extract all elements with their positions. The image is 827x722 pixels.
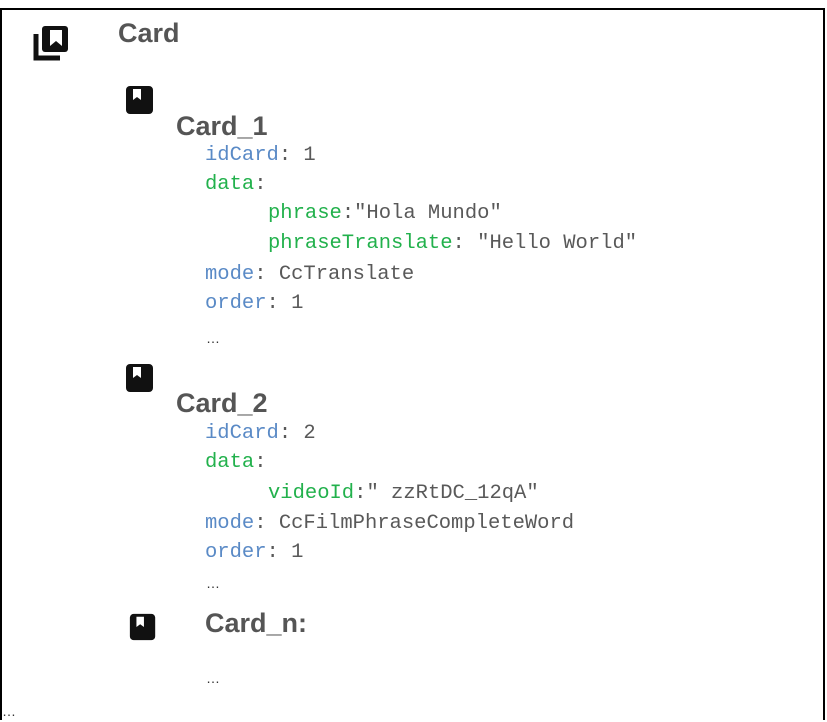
card-1-idcard-line: idCard: 1 [205, 144, 316, 167]
card-1-mode-line: mode: CcTranslate [205, 263, 415, 286]
field-key: mode [205, 263, 255, 286]
card-1-title: Card_1 [176, 111, 268, 141]
field-value: CcFilmPhraseCompleteWord [266, 512, 575, 535]
card-2-idcard-line: idCard: 2 [205, 422, 316, 445]
field-key: videoId [268, 482, 355, 505]
field-value: "Hola Mundo" [354, 202, 502, 225]
field-key: phraseTranslate [268, 232, 453, 255]
card-n-title: Card_n: [205, 608, 308, 638]
field-key: data [205, 173, 255, 196]
field-key: data [205, 451, 255, 474]
field-value: CcTranslate [266, 263, 415, 286]
field-key: idCard [205, 422, 279, 445]
field-key: order [205, 292, 267, 315]
bookmark-card-icon [126, 364, 153, 392]
bookmark-card-icon [129, 613, 156, 641]
field-value: " zzRtDC_12qA" [366, 482, 539, 505]
field-value: 1 [291, 144, 316, 167]
card-2-title: Card_2 [176, 388, 268, 418]
card-n-ellipsis: … [206, 670, 220, 686]
field-key: order [205, 541, 267, 564]
page-title: Card [118, 18, 180, 48]
field-key: mode [205, 512, 255, 535]
card-2-mode-line: mode: CcFilmPhraseCompleteWord [205, 512, 575, 535]
card-1-phrasetranslate-line: phraseTranslate: "Hello World" [268, 232, 638, 255]
field-value: 1 [278, 541, 304, 564]
field-value: 1 [278, 292, 304, 315]
field-key: idCard [205, 144, 279, 167]
card-1-ellipsis: … [206, 330, 220, 346]
card-2-data-line: data: [205, 451, 267, 474]
card-2-ellipsis: … [206, 575, 220, 591]
page-ellipsis: … [2, 703, 16, 719]
card-2-order-line: order: 1 [205, 541, 304, 564]
field-value: 2 [291, 422, 316, 445]
field-value: "Hello World" [464, 232, 638, 255]
card-1-data-line: data: [205, 173, 267, 196]
card-1-order-line: order: 1 [205, 292, 304, 315]
field-key: phrase [268, 202, 342, 225]
stacked-cards-icon [33, 26, 68, 61]
card-1-phrase-line: phrase:"Hola Mundo" [268, 202, 502, 225]
bookmark-card-icon [126, 86, 153, 114]
card-2-videoid-line: videoId:" zzRtDC_12qA" [268, 482, 539, 505]
